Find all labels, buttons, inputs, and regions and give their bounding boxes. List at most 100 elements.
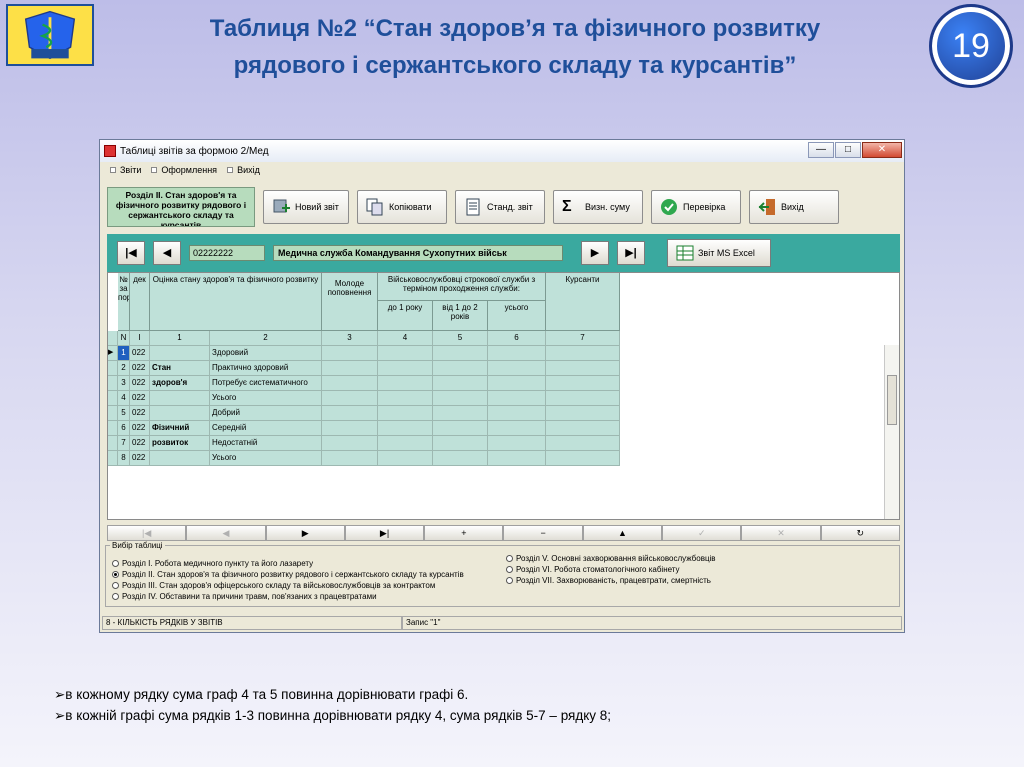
- grid-value-cell[interactable]: [322, 376, 378, 391]
- menu-item-reports[interactable]: Звіти: [110, 165, 141, 175]
- grid-value-cell[interactable]: [378, 451, 433, 466]
- grid-cell-n: 2: [118, 361, 130, 376]
- grid-value-cell[interactable]: [488, 346, 546, 361]
- table-row[interactable]: 8 022 Усього: [108, 451, 620, 466]
- table-option-radio[interactable]: Розділ IV. Обставини та причини травм, п…: [112, 592, 377, 601]
- grid-cell-c2: Середній: [210, 421, 322, 436]
- menu-item-exit[interactable]: Вихід: [227, 165, 260, 175]
- grid-value-cell[interactable]: [322, 436, 378, 451]
- grid-value-cell[interactable]: [488, 406, 546, 421]
- grid-value-cell[interactable]: [488, 436, 546, 451]
- grid-value-cell[interactable]: [488, 376, 546, 391]
- nav-last-button[interactable]: ▶|: [344, 525, 425, 541]
- table-row[interactable]: 4 022 Усього: [108, 391, 620, 406]
- grid-value-cell[interactable]: [322, 346, 378, 361]
- header-dek: дек: [130, 273, 150, 331]
- nav-edit-button[interactable]: ▲: [582, 525, 663, 541]
- vertical-scrollbar[interactable]: [884, 345, 899, 519]
- nav-next-button[interactable]: ▶: [265, 525, 345, 541]
- table-option-radio[interactable]: Розділ VII. Захворюваність, працевтрати,…: [506, 576, 711, 585]
- prev-record-button[interactable]: ◀: [153, 241, 181, 265]
- grid-value-cell[interactable]: [546, 436, 620, 451]
- grid-value-cell[interactable]: [433, 436, 488, 451]
- grid-value-cell[interactable]: [378, 346, 433, 361]
- menu-item-formatting[interactable]: Оформлення: [151, 165, 217, 175]
- nav-refresh-button[interactable]: ↻: [820, 525, 900, 541]
- unit-code-field[interactable]: 02222222: [189, 245, 265, 261]
- grid-value-cell[interactable]: [378, 406, 433, 421]
- grid-value-cell[interactable]: [488, 391, 546, 406]
- grid-value-cell[interactable]: [378, 361, 433, 376]
- scrollbar-thumb[interactable]: [887, 375, 897, 425]
- grid-value-cell[interactable]: [433, 451, 488, 466]
- table-option-radio[interactable]: Розділ II. Стан здоров'я та фізичного ро…: [112, 570, 464, 579]
- menu-label: Звіти: [120, 165, 142, 175]
- grid-value-cell[interactable]: [378, 421, 433, 436]
- table-row[interactable]: ▶ 1 022 Здоровий: [108, 346, 620, 361]
- grid-value-cell[interactable]: [378, 376, 433, 391]
- nav-insert-button[interactable]: +: [424, 525, 504, 541]
- table-row[interactable]: 2 022 Стан Практично здоровий: [108, 361, 620, 376]
- grid-value-cell[interactable]: [322, 406, 378, 421]
- close-button[interactable]: ✕: [862, 142, 902, 158]
- table-option-radio[interactable]: Розділ V. Основні захворювання військово…: [506, 554, 716, 563]
- nav-cancel-button[interactable]: ✕: [741, 525, 821, 541]
- grid-value-cell[interactable]: [433, 391, 488, 406]
- grid-value-cell[interactable]: [546, 361, 620, 376]
- excel-report-button[interactable]: Звіт MS Excel: [667, 239, 771, 267]
- grid-value-cell[interactable]: [433, 361, 488, 376]
- grid-value-cell[interactable]: [433, 406, 488, 421]
- nav-first-button[interactable]: |◀: [107, 525, 187, 541]
- grid-value-cell[interactable]: [322, 451, 378, 466]
- grid-value-cell[interactable]: [433, 421, 488, 436]
- nav-post-button[interactable]: ✓: [662, 525, 742, 541]
- table-row[interactable]: 3 022 здоров'я Потребує систематичного: [108, 376, 620, 391]
- grid-value-cell[interactable]: [322, 391, 378, 406]
- grid-value-cell[interactable]: [546, 376, 620, 391]
- grid-value-cell[interactable]: [488, 421, 546, 436]
- grid-value-cell[interactable]: [488, 451, 546, 466]
- last-record-button[interactable]: ▶|: [617, 241, 645, 265]
- grid-value-cell[interactable]: [488, 361, 546, 376]
- excel-icon: [676, 244, 694, 262]
- table-option-radio[interactable]: Розділ III. Стан здоров'я офіцерського с…: [112, 581, 435, 590]
- grid-value-cell[interactable]: [322, 361, 378, 376]
- window-titlebar[interactable]: Таблиці звітів за формою 2/Мед: [100, 140, 904, 162]
- grid-cell-c1: [150, 451, 210, 466]
- grid-value-cell[interactable]: [546, 421, 620, 436]
- minimize-button[interactable]: —: [808, 142, 834, 158]
- copy-button[interactable]: Копіювати: [357, 190, 447, 224]
- check-button[interactable]: Перевірка: [651, 190, 741, 224]
- grid-value-cell[interactable]: [322, 421, 378, 436]
- table-row[interactable]: 6 022 Фізичний Середній: [108, 421, 620, 436]
- maximize-button[interactable]: □: [835, 142, 861, 158]
- grid-cell-n: 3: [118, 376, 130, 391]
- grid-value-cell[interactable]: [378, 436, 433, 451]
- grid-value-cell[interactable]: [433, 376, 488, 391]
- grid-value-cell[interactable]: [433, 346, 488, 361]
- grid-value-cell[interactable]: [378, 391, 433, 406]
- nav-delete-button[interactable]: −: [503, 525, 583, 541]
- current-section-label: Розділ II. Стан здоров'я та фізичного ро…: [107, 187, 255, 227]
- table-option-radio[interactable]: Розділ VI. Робота стоматологічного кабін…: [506, 565, 680, 574]
- table-row[interactable]: 7 022 розвиток Недостатній: [108, 436, 620, 451]
- next-record-button[interactable]: ▶: [581, 241, 609, 265]
- calc-sum-label: Визн. суму: [585, 202, 630, 212]
- calc-sum-button[interactable]: Σ Визн. суму: [553, 190, 643, 224]
- table-row[interactable]: 5 022 Добрий: [108, 406, 620, 421]
- grid-cell-c1: [150, 391, 210, 406]
- grid-value-cell[interactable]: [546, 391, 620, 406]
- table-option-radio[interactable]: Розділ І. Робота медичного пункту та йог…: [112, 559, 313, 568]
- standard-report-button[interactable]: Станд. звіт: [455, 190, 545, 224]
- nav-prev-button[interactable]: ◀: [186, 525, 266, 541]
- first-record-button[interactable]: |◀: [117, 241, 145, 265]
- standard-report-label: Станд. звіт: [487, 202, 533, 212]
- grid-value-cell[interactable]: [546, 451, 620, 466]
- col-num-cell: 7: [546, 331, 620, 346]
- copy-label: Копіювати: [389, 202, 432, 212]
- exit-button[interactable]: Вихід: [749, 190, 839, 224]
- grid-value-cell[interactable]: [546, 346, 620, 361]
- service-name-field[interactable]: Медична служба Командування Сухопутних в…: [273, 245, 563, 261]
- new-report-button[interactable]: Новий звіт: [263, 190, 349, 224]
- grid-value-cell[interactable]: [546, 406, 620, 421]
